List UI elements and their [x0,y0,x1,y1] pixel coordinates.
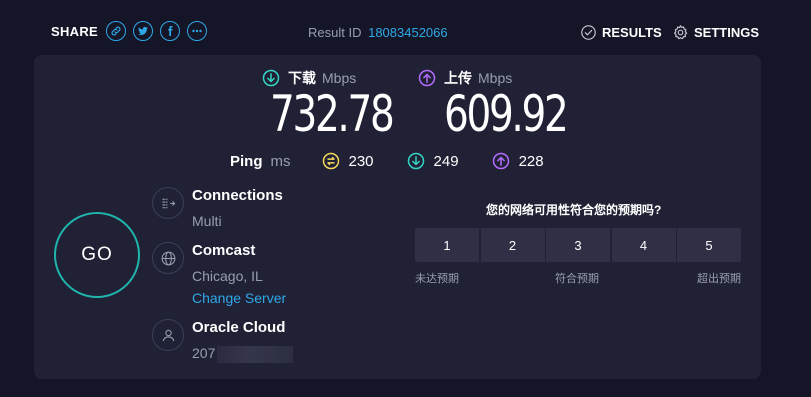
download-speed-value: 732.78 [270,85,395,143]
settings-button[interactable]: SETTINGS [672,24,759,41]
top-bar: SHARE Result ID 18083452066 RESULTS SETT… [0,0,811,54]
user-icon [152,319,184,351]
server-ip-prefix: 207 [192,345,216,361]
ping-idle-value: 230 [348,152,374,170]
rating-button-1[interactable]: 1 [415,228,479,262]
gear-icon [673,25,688,40]
link-icon[interactable] [106,21,127,41]
result-id: Result ID 18083452066 [308,25,448,40]
go-button[interactable]: GO [54,212,140,298]
rating-button-4[interactable]: 4 [611,228,676,262]
ping-download: 249 [407,152,459,170]
upload-arrow-icon [418,69,436,87]
upload-speed-value: 609.92 [444,85,569,143]
ping-row: Ping ms 230 249 228 [230,152,577,170]
more-icon[interactable] [187,21,208,41]
connections-value[interactable]: Multi [192,212,283,230]
share-label: SHARE [51,23,99,39]
scale-mid-label: 符合预期 [555,273,599,285]
change-server-link[interactable]: Change Server [192,289,286,307]
ping-idle: 230 [322,152,374,170]
result-card: 下载 Mbps 732.78 上传 Mbps 609.92 Ping ms 23… [34,55,761,379]
ping-upload-icon [492,152,509,170]
ping-download-value: 249 [433,152,459,170]
facebook-icon[interactable] [160,21,181,41]
ping-idle-icon [322,152,339,170]
ping-label: Ping [230,152,263,170]
ping-upload: 228 [492,152,544,170]
twitter-icon[interactable] [133,21,154,41]
result-id-label: Result ID [308,25,362,40]
check-circle-icon [581,25,596,40]
globe-icon [152,242,184,274]
results-label: RESULTS [602,25,662,40]
connections-title: Connections [192,187,283,204]
server-ip: 207 [192,344,294,363]
connections-icon [152,187,184,219]
results-button[interactable]: RESULTS [580,24,662,41]
settings-label: SETTINGS [694,25,760,40]
ping-upload-value: 228 [518,152,544,170]
isp-location: Chicago, IL [192,268,263,284]
ping-unit: ms [270,152,291,170]
rating-button-2[interactable]: 2 [480,228,545,262]
server-info: Oracle Cloud 207 [152,319,294,363]
scale-low-label: 未达预期 [415,273,459,285]
share-bar: SHARE [51,21,214,41]
download-unit: Mbps [322,70,357,86]
scale-high-label: 超出预期 [697,273,741,285]
upload-unit: Mbps [478,70,513,86]
isp-name: Comcast [192,242,256,259]
survey-question: 您的网络可用性符合您的预期吗? [486,203,662,217]
isp-info: Comcast Chicago, IL Change Server [152,242,286,307]
server-name: Oracle Cloud [192,319,286,336]
connections-info: Connections Multi [152,187,283,230]
rating-button-3[interactable]: 3 [546,228,610,262]
ip-redaction [217,345,294,363]
result-id-link[interactable]: 18083452066 [368,25,448,40]
rating-scale: 1 2 3 4 5 [415,228,741,262]
rating-button-5[interactable]: 5 [677,228,741,262]
ping-download-icon [407,152,424,170]
